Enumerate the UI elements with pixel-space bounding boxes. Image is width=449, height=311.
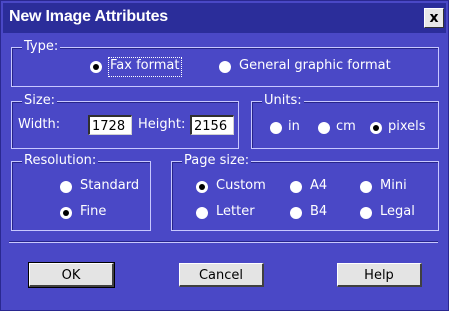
units-pixels-radio[interactable] — [370, 122, 382, 134]
page-size-letter-radio[interactable] — [196, 207, 208, 219]
close-button[interactable]: x — [424, 8, 444, 28]
fax-format-radio[interactable] — [90, 61, 102, 73]
units-pixels-label[interactable]: pixels — [388, 119, 426, 134]
type-legend: Type: — [22, 39, 61, 54]
page-size-a4-radio[interactable] — [290, 181, 302, 193]
units-cm-radio[interactable] — [318, 122, 330, 134]
page-size-custom-label[interactable]: Custom — [216, 178, 266, 193]
cancel-button[interactable]: Cancel — [179, 263, 264, 287]
resolution-group: Resolution: Standard Fine — [11, 153, 151, 231]
page-size-legal-label[interactable]: Legal — [380, 204, 415, 219]
button-separator — [9, 241, 438, 243]
resolution-fine-radio[interactable] — [60, 207, 72, 219]
type-group: Type: Fax format General graphic format — [11, 39, 439, 87]
units-in-label[interactable]: in — [288, 119, 300, 134]
general-graphic-format-radio[interactable] — [219, 61, 231, 73]
page-size-b4-label[interactable]: B4 — [310, 204, 327, 219]
page-size-custom-radio[interactable] — [196, 181, 208, 193]
page-size-letter-label[interactable]: Letter — [216, 204, 255, 219]
page-size-b4-radio[interactable] — [290, 207, 302, 219]
units-group: Units: in cm pixels — [251, 93, 439, 149]
close-icon: x — [429, 10, 439, 26]
size-legend: Size: — [22, 93, 58, 108]
resolution-standard-label[interactable]: Standard — [80, 178, 139, 193]
page-size-legend: Page size: — [182, 153, 252, 168]
page-size-a4-label[interactable]: A4 — [310, 178, 327, 193]
new-image-attributes-dialog: New Image Attributes x Type: Fax format … — [0, 0, 449, 311]
fax-format-label[interactable]: Fax format — [110, 58, 179, 73]
help-button[interactable]: Help — [337, 263, 422, 287]
height-label: Height: — [138, 117, 186, 132]
resolution-fine-label[interactable]: Fine — [80, 204, 106, 219]
page-size-mini-radio[interactable] — [360, 181, 372, 193]
title-bar[interactable]: New Image Attributes x — [3, 3, 446, 33]
units-legend: Units: — [262, 93, 304, 108]
page-size-legal-radio[interactable] — [360, 207, 372, 219]
window-title: New Image Attributes — [9, 8, 168, 25]
ok-button[interactable]: OK — [28, 262, 115, 288]
page-size-mini-label[interactable]: Mini — [380, 178, 407, 193]
width-field[interactable]: 1728 — [88, 115, 132, 135]
units-cm-label[interactable]: cm — [336, 119, 356, 134]
height-field[interactable]: 2156 — [190, 115, 234, 135]
width-label: Width: — [18, 117, 61, 132]
resolution-legend: Resolution: — [22, 153, 99, 168]
resolution-standard-radio[interactable] — [60, 181, 72, 193]
size-group: Size: Width: 1728 Height: 2156 — [11, 93, 239, 149]
page-size-group: Page size: Custom A4 Mini Letter B4 Lega… — [171, 153, 439, 231]
general-graphic-format-label[interactable]: General graphic format — [239, 58, 391, 73]
units-in-radio[interactable] — [270, 122, 282, 134]
